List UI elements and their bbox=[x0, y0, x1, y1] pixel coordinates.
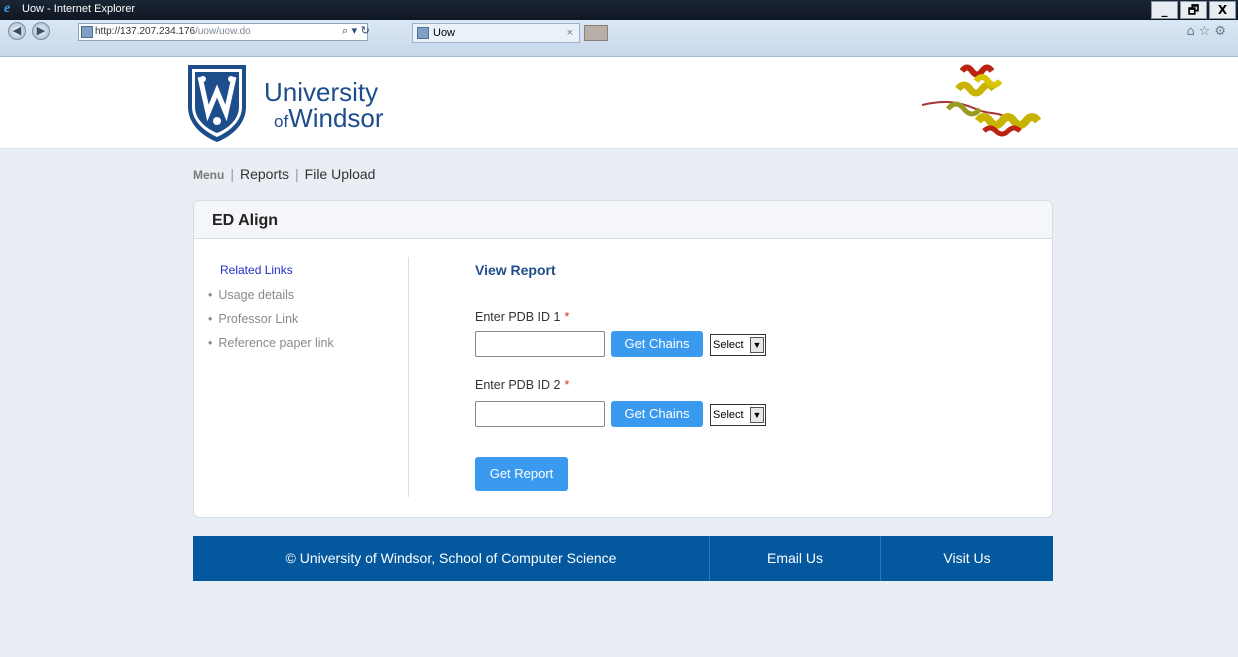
visit-us-link[interactable]: Visit Us bbox=[881, 536, 1053, 581]
pdb2-input[interactable] bbox=[475, 401, 605, 427]
chevron-down-icon: ▼ bbox=[750, 337, 764, 353]
back-arrow-icon[interactable]: ◀ bbox=[8, 22, 26, 40]
brand-line1: University bbox=[264, 77, 379, 107]
chevron-down-icon: ▼ bbox=[750, 407, 764, 423]
tab-title: Uow bbox=[433, 27, 456, 39]
browser-tab[interactable]: Uow × bbox=[412, 23, 580, 43]
browser-toolbar: ◀ ▶ http://137.207.234.176/uow/uow.do ⌕ … bbox=[0, 20, 1238, 57]
university-name: University ofWindsor bbox=[264, 79, 444, 135]
tab-favicon-icon bbox=[417, 27, 429, 39]
window-titlebar: e Uow - Internet Explorer _ 🗗 X bbox=[0, 0, 1238, 20]
pdb2-label: Enter PDB ID 2 * bbox=[475, 378, 569, 392]
link-label: Reference paper link bbox=[218, 336, 334, 350]
footer-copyright: © University of Windsor, School of Compu… bbox=[285, 550, 617, 566]
minimize-button[interactable]: _ bbox=[1151, 1, 1178, 19]
menu-separator: | bbox=[295, 166, 299, 182]
pdb1-label: Enter PDB ID 1 * bbox=[475, 310, 569, 324]
window-title: Uow - Internet Explorer bbox=[22, 3, 136, 15]
url-path: /uow/uow.do bbox=[195, 26, 251, 37]
link-label: Professor Link bbox=[218, 312, 299, 326]
site-footer: © University of Windsor, School of Compu… bbox=[193, 536, 1053, 581]
site-header: University ofWindsor bbox=[0, 57, 1238, 149]
restore-button[interactable]: 🗗 bbox=[1180, 1, 1207, 19]
top-menu: Menu | Reports | File Upload bbox=[193, 166, 375, 182]
panel-title: ED Align bbox=[194, 201, 1052, 239]
link-usage-details[interactable]: • Usage details bbox=[208, 288, 294, 302]
close-button[interactable]: X bbox=[1209, 1, 1236, 19]
pdb1-input[interactable] bbox=[475, 331, 605, 357]
related-links-heading[interactable]: Related Links bbox=[220, 263, 293, 277]
page-favicon-icon bbox=[81, 26, 93, 38]
forward-arrow-icon[interactable]: ▶ bbox=[32, 22, 50, 40]
pdb2-label-text: Enter PDB ID 2 bbox=[475, 378, 561, 392]
pdb1-label-text: Enter PDB ID 1 bbox=[475, 310, 561, 324]
menu-item-reports[interactable]: Reports bbox=[240, 166, 289, 182]
select-value: Select bbox=[713, 339, 744, 351]
menu-label: Menu bbox=[193, 168, 225, 182]
address-bar[interactable]: http://137.207.234.176/uow/uow.do bbox=[78, 23, 368, 41]
brand-line2: Windsor bbox=[288, 103, 384, 133]
internet-explorer-icon: e bbox=[4, 1, 11, 16]
shield-crest-icon bbox=[188, 65, 246, 142]
get-chains-2-button[interactable]: Get Chains bbox=[611, 401, 703, 427]
link-reference-paper[interactable]: • Reference paper link bbox=[208, 336, 334, 350]
menu-separator: | bbox=[230, 166, 234, 182]
view-report-heading: View Report bbox=[475, 262, 556, 278]
tab-close-icon[interactable]: × bbox=[567, 24, 573, 42]
protein-structure-image bbox=[921, 64, 1042, 137]
bullet-icon: • bbox=[208, 288, 213, 302]
link-label: Usage details bbox=[218, 288, 295, 302]
chain-1-select[interactable]: Select ▼ bbox=[710, 334, 766, 356]
email-us-link[interactable]: Email Us bbox=[710, 536, 880, 581]
chain-2-select[interactable]: Select ▼ bbox=[710, 404, 766, 426]
related-links-sidebar: Related Links • Usage details • Professor … bbox=[194, 257, 409, 497]
url-host: http://137.207.234.176 bbox=[95, 26, 196, 37]
address-tools[interactable]: ⌕ ▾ ↻ bbox=[342, 24, 370, 38]
select-value: Select bbox=[713, 409, 744, 421]
get-chains-1-button[interactable]: Get Chains bbox=[611, 331, 703, 357]
home-favorites-tools-icons[interactable]: ⌂☆⚙ bbox=[1186, 24, 1230, 39]
bullet-icon: • bbox=[208, 336, 213, 350]
required-marker: * bbox=[564, 378, 570, 392]
brand-of: of bbox=[274, 112, 289, 131]
menu-item-file-upload[interactable]: File Upload bbox=[305, 166, 376, 182]
bullet-icon: • bbox=[208, 312, 213, 326]
brand-line2-wrap: ofWindsor bbox=[264, 105, 444, 135]
ed-align-panel: ED Align Related Links • Usage details • P… bbox=[193, 200, 1053, 518]
new-tab-button[interactable] bbox=[584, 25, 608, 41]
required-marker: * bbox=[564, 310, 570, 324]
link-professor[interactable]: • Professor Link bbox=[208, 312, 298, 326]
get-report-button[interactable]: Get Report bbox=[475, 457, 568, 491]
